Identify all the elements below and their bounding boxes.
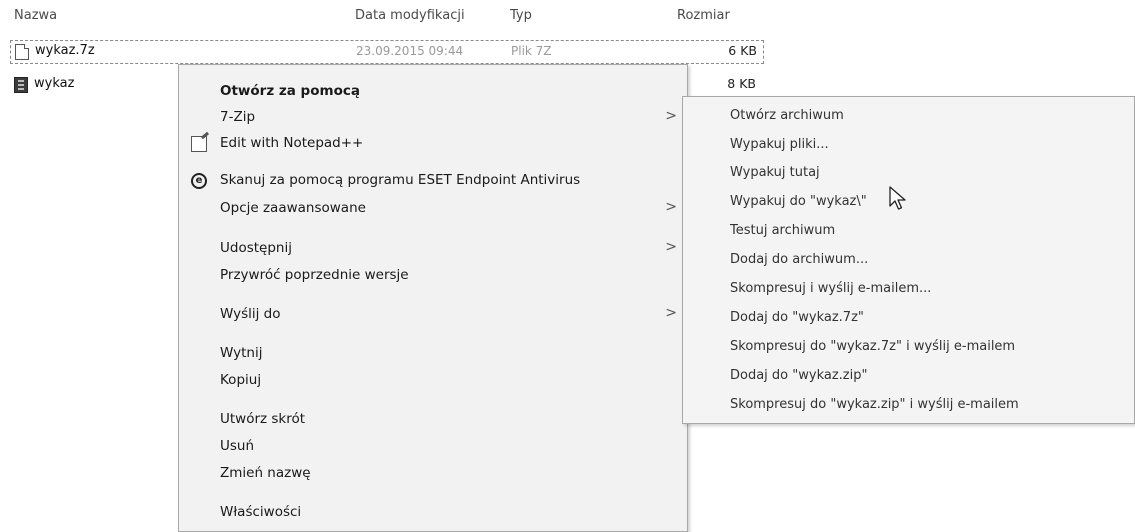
submenu-item-test-archive[interactable]: Testuj archiwum (683, 219, 1134, 245)
menu-item-cut[interactable]: Wytnij (179, 341, 687, 367)
file-name: wykaz.7z (35, 43, 95, 58)
menu-item-label: Utwórz skrót (220, 411, 306, 427)
menu-item-eset-scan[interactable]: e Skanuj za pomocą programu ESET Endpoin… (179, 168, 687, 194)
mouse-cursor-icon (889, 186, 906, 210)
submenu-item-label: Dodaj do "wykaz.zip" (730, 368, 868, 383)
submenu-item-compress-7z-email[interactable]: Skompresuj do "wykaz.7z" i wyślij e-mail… (683, 335, 1134, 361)
submenu-item-label: Dodaj do archiwum... (730, 252, 869, 267)
column-header-name[interactable]: Nazwa (14, 8, 57, 23)
column-header-modified[interactable]: Data modyfikacji (355, 8, 465, 23)
menu-item-label: Udostępnij (220, 240, 292, 256)
menu-item-label: Zmień nazwę (220, 465, 311, 481)
submenu-item-label: Skompresuj do "wykaz.7z" i wyślij e-mail… (730, 339, 1016, 354)
menu-item-advanced-options[interactable]: Opcje zaawansowane > (179, 196, 687, 222)
submenu-item-extract-to-folder[interactable]: Wypakuj do "wykaz\" (683, 190, 1134, 216)
sevenzip-submenu: Otwórz archiwum Wypakuj pliki... Wypakuj… (682, 96, 1135, 424)
menu-item-label: Otwórz za pomocą (220, 83, 360, 99)
menu-item-label: 7-Zip (220, 109, 256, 125)
submenu-item-add-to-archive[interactable]: Dodaj do archiwum... (683, 248, 1134, 274)
chevron-right-icon: > (665, 239, 677, 255)
submenu-item-add-to-zip[interactable]: Dodaj do "wykaz.zip" (683, 364, 1134, 390)
submenu-item-label: Testuj archiwum (730, 223, 836, 238)
eset-icon: e (191, 173, 207, 189)
file-size: 8 KB (727, 76, 756, 91)
submenu-item-label: Wypakuj tutaj (730, 165, 820, 180)
chevron-right-icon: > (665, 199, 677, 215)
file-modified: 23.09.2015 09:44 (356, 44, 464, 58)
menu-item-rename[interactable]: Zmień nazwę (179, 461, 687, 487)
submenu-item-label: Skompresuj i wyślij e-mailem... (730, 281, 932, 296)
file-size: 6 KB (728, 43, 757, 58)
archive-folder-icon (14, 77, 28, 93)
menu-item-delete[interactable]: Usuń (179, 434, 687, 460)
menu-item-properties[interactable]: Właściwości (179, 500, 687, 526)
menu-item-restore-versions[interactable]: Przywróć poprzednie wersje (179, 263, 687, 289)
menu-item-label: Wyślij do (220, 306, 281, 322)
column-header-size[interactable]: Rozmiar (677, 8, 730, 23)
file-type: Plik 7Z (511, 44, 552, 58)
notepad-plus-icon (191, 136, 207, 152)
submenu-item-open-archive[interactable]: Otwórz archiwum (683, 104, 1134, 130)
column-header-type[interactable]: Typ (510, 8, 532, 23)
submenu-item-extract-files[interactable]: Wypakuj pliki... (683, 133, 1134, 159)
explorer-window: Nazwa Data modyfikacji Typ Rozmiar wykaz… (0, 0, 1135, 532)
menu-item-label: Opcje zaawansowane (220, 200, 366, 216)
context-menu: Otwórz za pomocą 7-Zip > Edit with Notep… (178, 64, 688, 532)
submenu-item-label: Skompresuj do "wykaz.zip" i wyślij e-mai… (730, 397, 1019, 412)
submenu-item-extract-here[interactable]: Wypakuj tutaj (683, 161, 1134, 187)
menu-item-label: Wytnij (220, 345, 263, 361)
submenu-item-label: Wypakuj pliki... (730, 137, 829, 152)
submenu-item-add-to-7z[interactable]: Dodaj do "wykaz.7z" (683, 306, 1134, 332)
menu-item-share[interactable]: Udostępnij > (179, 236, 687, 262)
menu-item-label: Właściwości (220, 504, 302, 520)
menu-item-label: Usuń (220, 438, 255, 454)
menu-item-create-shortcut[interactable]: Utwórz skrót (179, 407, 687, 433)
file-name: wykaz (34, 76, 75, 91)
menu-item-open-with[interactable]: Otwórz za pomocą (179, 79, 687, 105)
menu-item-label: Skanuj za pomocą programu ESET Endpoint … (220, 172, 581, 188)
menu-item-edit-notepad[interactable]: Edit with Notepad++ (179, 131, 687, 157)
file-row-wykaz-7z[interactable]: wykaz.7z 23.09.2015 09:44 Plik 7Z 6 KB (10, 40, 764, 64)
chevron-right-icon: > (665, 108, 677, 124)
submenu-item-label: Wypakuj do "wykaz\" (730, 194, 867, 209)
menu-item-label: Przywróć poprzednie wersje (220, 267, 409, 283)
file-doc-icon (15, 44, 29, 60)
chevron-right-icon: > (665, 305, 677, 321)
menu-item-copy[interactable]: Kopiuj (179, 368, 687, 394)
menu-item-7zip[interactable]: 7-Zip > (179, 105, 687, 131)
menu-item-send-to[interactable]: Wyślij do > (179, 302, 687, 328)
menu-item-label: Edit with Notepad++ (220, 135, 364, 151)
menu-item-label: Kopiuj (220, 372, 262, 388)
submenu-item-label: Dodaj do "wykaz.7z" (730, 310, 864, 325)
submenu-item-compress-email[interactable]: Skompresuj i wyślij e-mailem... (683, 277, 1134, 303)
submenu-item-compress-zip-email[interactable]: Skompresuj do "wykaz.zip" i wyślij e-mai… (683, 393, 1134, 419)
submenu-item-label: Otwórz archiwum (730, 108, 844, 123)
